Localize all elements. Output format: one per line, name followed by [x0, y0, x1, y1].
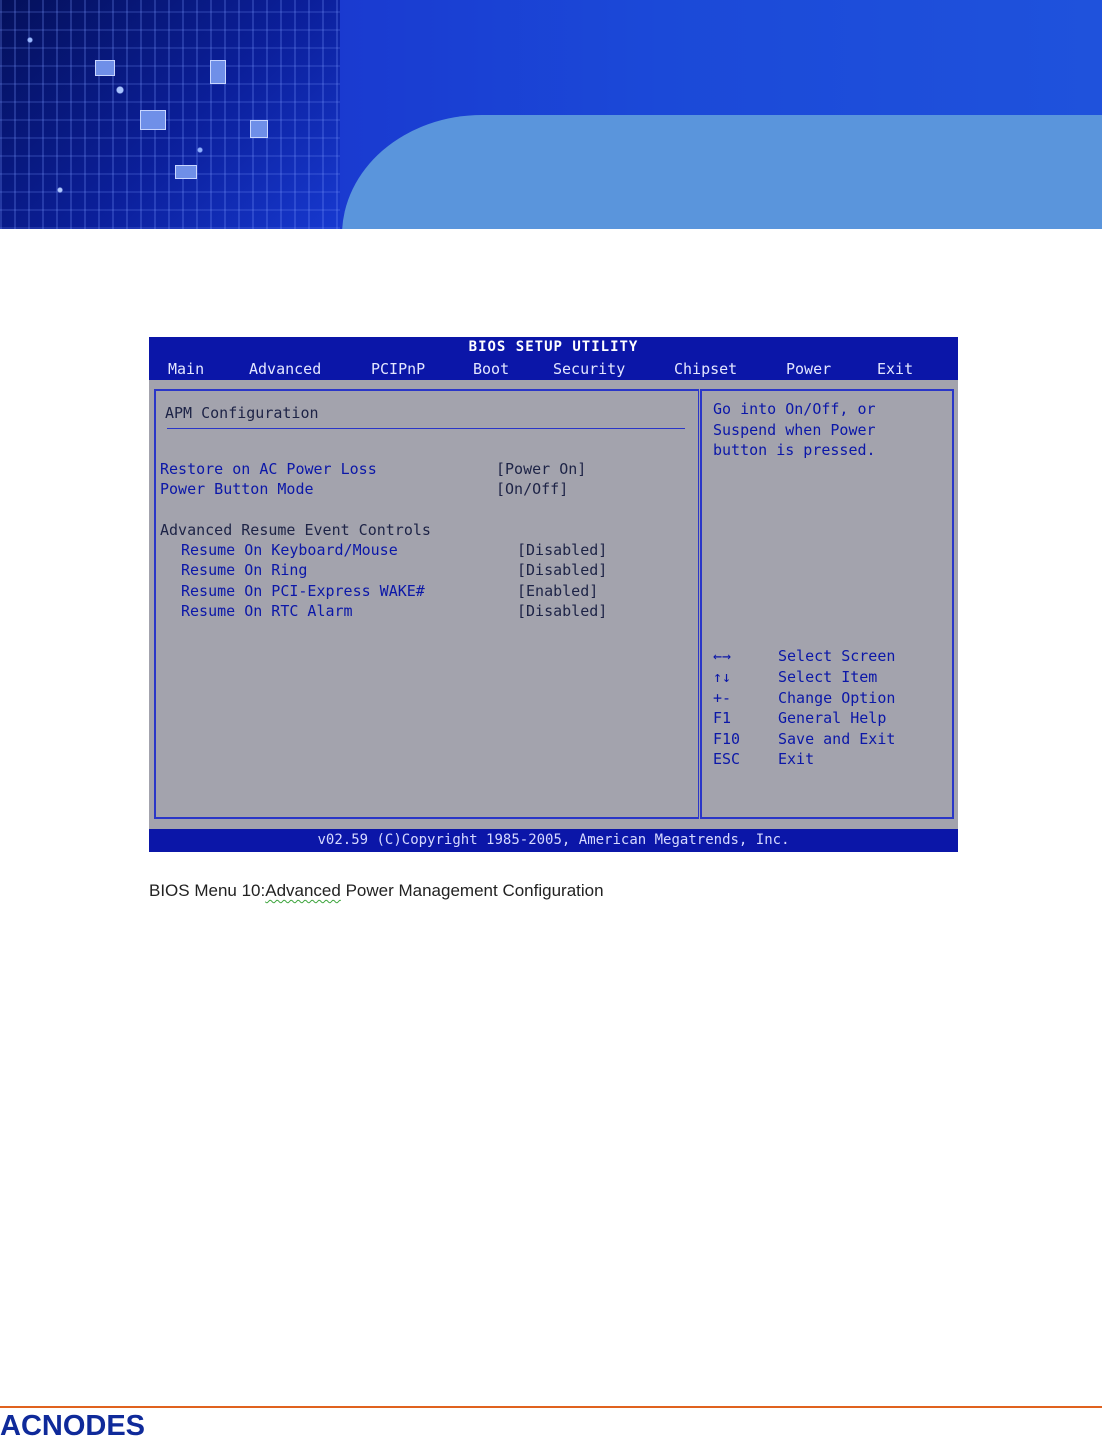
- tab-pcipnp[interactable]: PCIPnP: [371, 358, 425, 380]
- header-banner: [0, 0, 1102, 229]
- acnodes-logo: ACNODES: [0, 1410, 146, 1442]
- setting-value-resume-ring[interactable]: [Disabled]: [517, 561, 607, 579]
- setting-label-resume-pcie[interactable]: Resume On PCI-Express WAKE#: [181, 582, 425, 600]
- caption-word: Advanced: [265, 881, 341, 900]
- key-desc: Change Option: [778, 689, 896, 707]
- section-divider: [167, 428, 685, 429]
- tab-exit[interactable]: Exit: [877, 358, 913, 380]
- setting-value-ac-power-loss[interactable]: [Power On]: [496, 460, 586, 478]
- key-arrows-ud-icon: ↑↓: [713, 668, 732, 686]
- help-text-line: Go into On/Off, or: [713, 400, 876, 418]
- setting-label-resume-rtc[interactable]: Resume On RTC Alarm: [181, 602, 353, 620]
- bios-tab-bar: Main Advanced PCIPnP Boot Security Chips…: [149, 358, 958, 380]
- setting-label-power-button-mode[interactable]: Power Button Mode: [160, 480, 314, 498]
- setting-label-resume-keyboard[interactable]: Resume On Keyboard/Mouse: [181, 541, 398, 559]
- setting-label-resume-ring[interactable]: Resume On Ring: [181, 561, 307, 579]
- tab-boot[interactable]: Boot: [473, 358, 509, 380]
- bios-title: BIOS SETUP UTILITY: [149, 337, 958, 358]
- key-desc: Exit: [778, 750, 815, 768]
- tab-power[interactable]: Power: [786, 358, 831, 380]
- bios-screen: BIOS SETUP UTILITY Main Advanced PCIPnP …: [149, 337, 958, 852]
- group-title: Advanced Resume Event Controls: [160, 521, 431, 539]
- banner-curve: [342, 115, 1102, 229]
- key-desc: Select Item: [778, 668, 878, 686]
- key-desc: Select Screen: [778, 647, 896, 665]
- motherboard-image: [0, 0, 340, 229]
- tab-chipset[interactable]: Chipset: [674, 358, 737, 380]
- setting-value-resume-pcie[interactable]: [Enabled]: [517, 582, 598, 600]
- key-desc: Save and Exit: [778, 730, 896, 748]
- section-title: APM Configuration: [165, 404, 319, 422]
- setting-value-power-button-mode[interactable]: [On/Off]: [496, 480, 568, 498]
- help-text-line: Suspend when Power: [713, 421, 876, 439]
- caption-suffix: Power Management Configuration: [340, 881, 604, 900]
- key-esc: ESC: [713, 750, 741, 768]
- help-text-line: button is pressed.: [713, 441, 876, 459]
- tab-main[interactable]: Main: [168, 358, 204, 380]
- setting-value-resume-rtc[interactable]: [Disabled]: [517, 602, 607, 620]
- tab-advanced[interactable]: Advanced: [249, 358, 321, 380]
- key-f1: F1: [713, 709, 732, 727]
- setting-label-ac-power-loss[interactable]: Restore on AC Power Loss: [160, 460, 377, 478]
- key-plus-minus: +-: [713, 689, 732, 707]
- key-arrows-lr-icon: ←→: [713, 647, 732, 665]
- key-desc: General Help: [778, 709, 887, 727]
- bios-copyright: v02.59 (C)Copyright 1985-2005, American …: [149, 829, 958, 852]
- setting-value-resume-keyboard[interactable]: [Disabled]: [517, 541, 607, 559]
- caption-prefix: BIOS Menu 10:: [149, 881, 266, 900]
- figure-caption: BIOS Menu 10:Advanced Power Management C…: [149, 881, 604, 901]
- tab-security[interactable]: Security: [553, 358, 625, 380]
- key-f10: F10: [713, 730, 741, 748]
- footer-rule: [0, 1406, 1102, 1408]
